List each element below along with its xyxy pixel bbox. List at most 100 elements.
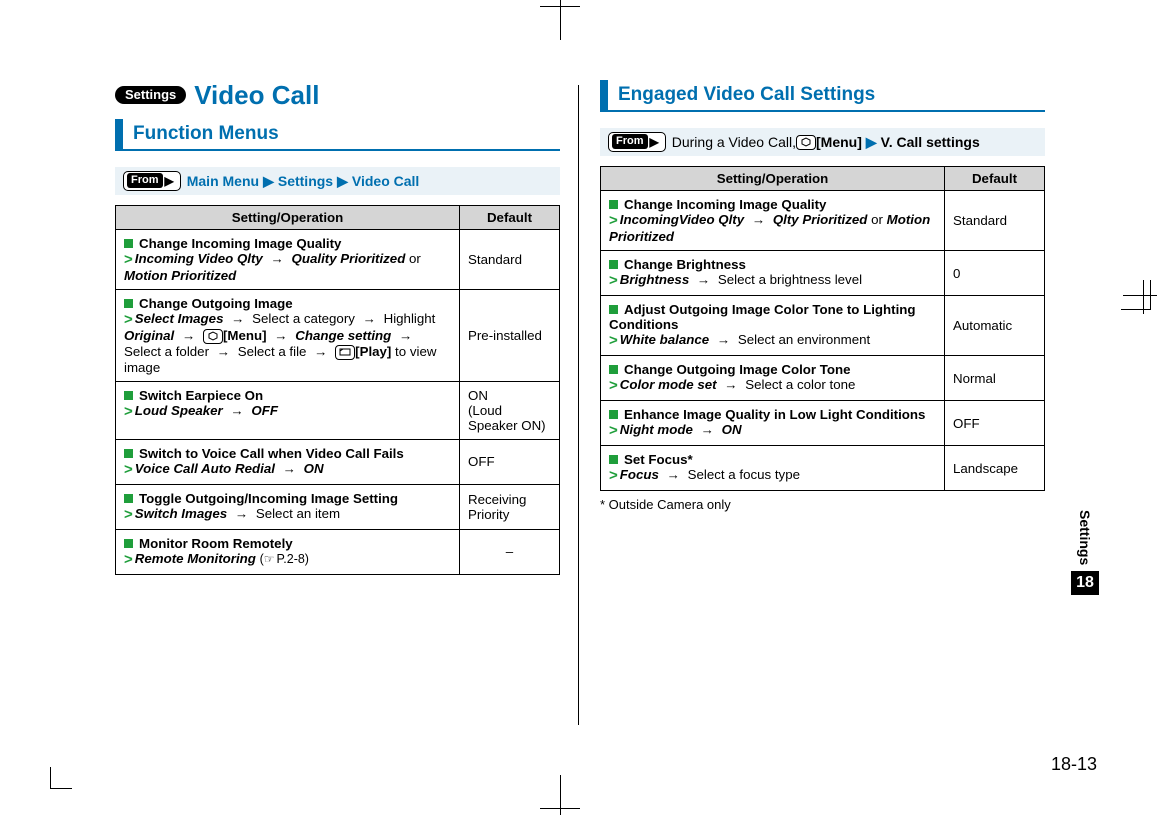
page-number: 18-13 — [1051, 754, 1097, 775]
cell-default: ON(Loud Speaker ON) — [460, 381, 560, 439]
crop-mark — [560, 0, 561, 40]
settings-badge: Settings — [115, 86, 186, 104]
cell-operation: Change Incoming Image Quality>IncomingVi… — [601, 191, 945, 251]
cell-operation: Enhance Image Quality in Low Light Condi… — [601, 401, 945, 446]
table-row: Switch to Voice Call when Video Call Fai… — [116, 439, 560, 484]
bullet-square-icon — [124, 539, 133, 548]
row-title: Monitor Room Remotely — [139, 536, 293, 551]
page-title: Video Call — [194, 80, 319, 111]
row-title: Change Outgoing Image — [139, 296, 293, 311]
side-tab-label: Settings — [1077, 510, 1093, 565]
cell-operation: Monitor Room Remotely>Remote Monitoring … — [116, 529, 460, 574]
row-steps: >IncomingVideo Qlty → Qlty Prioritized o… — [609, 212, 936, 244]
bullet-square-icon — [609, 410, 618, 419]
row-title: Change Incoming Image Quality — [139, 236, 341, 251]
breadcrumb-item: Video Call — [352, 173, 419, 189]
breadcrumb-item: Settings — [278, 173, 333, 189]
table-row: Change Brightness>Brightness → Select a … — [601, 251, 1045, 296]
crop-corner — [50, 767, 72, 789]
col-header-default: Default — [945, 167, 1045, 191]
row-steps: >Incoming Video Qlty → Quality Prioritiz… — [124, 251, 451, 283]
footnote: * Outside Camera only — [600, 497, 1045, 512]
col-header-operation: Setting/Operation — [116, 206, 460, 230]
bullet-square-icon — [124, 391, 133, 400]
row-steps: >Color mode set → Select a color tone — [609, 377, 936, 394]
right-column: Engaged Video Call Settings From ▶ Durin… — [600, 80, 1045, 575]
menu-label: [Menu] — [816, 134, 862, 150]
cell-operation: Set Focus*>Focus → Select a focus type — [601, 446, 945, 491]
bullet-square-icon — [609, 305, 618, 314]
page-content: Settings Video Call Function Menus From … — [115, 80, 1045, 575]
menu-key-icon — [796, 135, 816, 150]
cell-operation: Adjust Outgoing Image Color Tone to Ligh… — [601, 296, 945, 356]
table-row: Change Incoming Image Quality>Incoming V… — [116, 230, 560, 290]
row-title: Toggle Outgoing/Incoming Image Setting — [139, 491, 398, 506]
table-row: Toggle Outgoing/Incoming Image Setting>S… — [116, 484, 560, 529]
table-row: Change Outgoing Image Color Tone>Color m… — [601, 356, 1045, 401]
row-steps: >Select Images → Select a category → Hig… — [124, 311, 451, 375]
cell-operation: Switch to Voice Call when Video Call Fai… — [116, 439, 460, 484]
row-title: Enhance Image Quality in Low Light Condi… — [624, 407, 925, 422]
section-heading-function-menus: Function Menus — [115, 119, 560, 151]
row-steps: >Brightness → Select a brightness level — [609, 272, 936, 289]
crop-mark — [1143, 280, 1144, 314]
breadcrumb-from: From ▶ Main Menu▶Settings▶Video Call — [115, 167, 560, 195]
bullet-square-icon — [609, 365, 618, 374]
col-header-default: Default — [460, 206, 560, 230]
cell-operation: Change Outgoing Image>Select Images → Se… — [116, 290, 460, 382]
bullet-square-icon — [124, 494, 133, 503]
bullet-square-icon — [609, 260, 618, 269]
table-row: Adjust Outgoing Image Color Tone to Ligh… — [601, 296, 1045, 356]
cell-default: OFF — [460, 439, 560, 484]
cell-default: Pre-installed — [460, 290, 560, 382]
section-title-text: Engaged Video Call Settings — [600, 80, 875, 112]
cell-default: 0 — [945, 251, 1045, 296]
bullet-square-icon — [124, 239, 133, 248]
row-title: Switch Earpiece On — [139, 388, 263, 403]
chevron-right-icon: ▶ — [866, 134, 877, 151]
section-heading-engaged: Engaged Video Call Settings — [600, 80, 1045, 112]
breadcrumb-tail: V. Call settings — [881, 134, 980, 150]
cell-operation: Change Outgoing Image Color Tone>Color m… — [601, 356, 945, 401]
row-title: Change Outgoing Image Color Tone — [624, 362, 851, 377]
breadcrumb-path: Main Menu▶Settings▶Video Call — [187, 173, 420, 190]
cell-operation: Switch Earpiece On>Loud Speaker → OFF — [116, 381, 460, 439]
table-row: Switch Earpiece On>Loud Speaker → OFFON(… — [116, 381, 560, 439]
chevron-right-icon: ▶ — [263, 173, 274, 189]
row-title: Switch to Voice Call when Video Call Fai… — [139, 446, 404, 461]
breadcrumb-from-right: From ▶ During a Video Call, [Menu] ▶ V. … — [600, 128, 1045, 156]
row-steps: >Focus → Select a focus type — [609, 467, 936, 484]
cell-operation: Change Brightness>Brightness → Select a … — [601, 251, 945, 296]
cell-default: OFF — [945, 401, 1045, 446]
row-title: Change Brightness — [624, 257, 746, 272]
bullet-square-icon — [609, 455, 618, 464]
row-steps: >Remote Monitoring (☞P.2-8) — [124, 551, 451, 568]
crop-mark — [1123, 295, 1157, 296]
side-tab: Settings 18 — [1071, 510, 1099, 595]
bullet-square-icon — [124, 299, 133, 308]
cell-operation: Toggle Outgoing/Incoming Image Setting>S… — [116, 484, 460, 529]
play-arrow-icon: ▶ — [650, 135, 659, 149]
page-heading: Settings Video Call — [115, 80, 560, 111]
cell-default: Standard — [945, 191, 1045, 251]
section-title-text: Function Menus — [115, 119, 279, 151]
breadcrumb-item: Main Menu — [187, 173, 259, 189]
table-row: Change Outgoing Image>Select Images → Se… — [116, 290, 560, 382]
row-steps: >Night mode → ON — [609, 422, 936, 439]
from-badge: From ▶ — [123, 171, 181, 191]
from-badge: From ▶ — [608, 132, 666, 152]
row-title: Adjust Outgoing Image Color Tone to Ligh… — [609, 302, 916, 332]
cell-default: Automatic — [945, 296, 1045, 356]
chevron-right-icon: ▶ — [337, 173, 348, 189]
row-title: Change Incoming Image Quality — [624, 197, 826, 212]
row-steps: >White balance → Select an environment — [609, 332, 936, 349]
cell-default: Normal — [945, 356, 1045, 401]
table-row: Change Incoming Image Quality>IncomingVi… — [601, 191, 1045, 251]
cell-operation: Change Incoming Image Quality>Incoming V… — [116, 230, 460, 290]
row-steps: >Switch Images → Select an item — [124, 506, 451, 523]
left-column: Settings Video Call Function Menus From … — [115, 80, 560, 575]
table-row: Enhance Image Quality in Low Light Condi… — [601, 401, 1045, 446]
cell-default: Receiving Priority — [460, 484, 560, 529]
row-title: Set Focus* — [624, 452, 693, 467]
settings-table-right: Setting/Operation Default Change Incomin… — [600, 166, 1045, 491]
